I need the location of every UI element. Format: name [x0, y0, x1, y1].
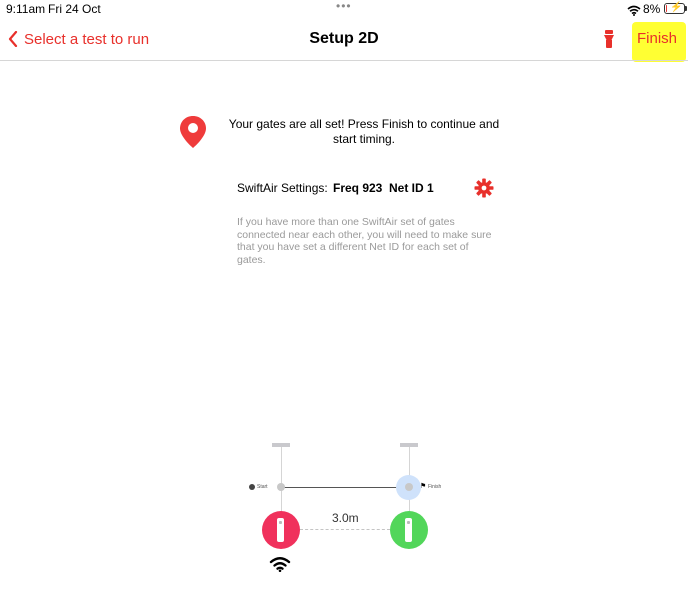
status-message: Your gates are all set! Press Finish to …: [228, 117, 500, 146]
distance-dashed-line: [300, 529, 390, 530]
charging-bolt-icon: ⚡: [670, 2, 683, 13]
checkered-flag-icon: ⚑: [420, 483, 427, 490]
net-id-value: Net ID 1: [389, 181, 434, 195]
finish-node: [405, 483, 413, 491]
distance-label: 3.0m: [332, 511, 359, 525]
gear-icon[interactable]: [474, 178, 494, 203]
finish-gate[interactable]: [390, 511, 428, 549]
multitasking-dots[interactable]: •••: [336, 0, 352, 13]
finish-button[interactable]: Finish: [637, 30, 677, 47]
battery-percent: 8%: [643, 2, 661, 16]
wifi-connected-icon: [269, 556, 291, 577]
status-time: 9:11am: [6, 2, 46, 16]
finish-gate-device-icon: [405, 518, 412, 542]
wifi-icon: [627, 3, 641, 21]
nav-divider: [0, 60, 688, 61]
finish-label: Finish: [428, 484, 442, 490]
flashlight-icon[interactable]: [600, 29, 618, 54]
start-label: Start: [257, 484, 268, 490]
help-text: If you have more than one SwiftAir set o…: [237, 216, 492, 266]
start-gate[interactable]: [262, 511, 300, 549]
status-date: Fri 24 Oct: [48, 2, 101, 16]
stopwatch-icon: [249, 484, 255, 490]
battery-icon: ⚡: [664, 2, 687, 14]
start-node: [277, 483, 285, 491]
start-gate-line: [281, 447, 282, 513]
location-pin-icon: [179, 115, 207, 154]
page-title: Setup 2D: [309, 30, 379, 47]
settings-label: SwiftAir Settings:: [237, 181, 328, 195]
start-gate-device-icon: [277, 518, 284, 542]
frequency-value: Freq 923: [333, 181, 383, 195]
battery-level: [666, 5, 667, 12]
track-line: [281, 487, 409, 488]
